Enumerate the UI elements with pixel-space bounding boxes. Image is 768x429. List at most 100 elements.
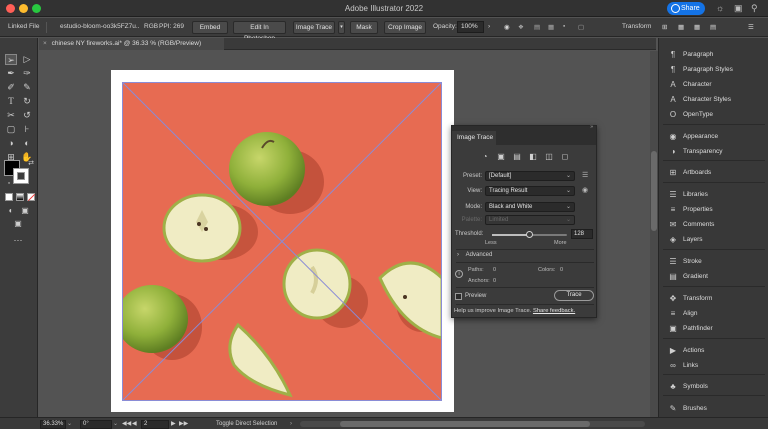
scrollbar-thumb[interactable] [651,151,657,231]
panel-gradient[interactable]: ▤ Gradient [659,270,768,284]
embed-button[interactable]: Embed [192,21,228,34]
panel-comments[interactable]: ✉ Comments [659,218,768,232]
close-tab-icon[interactable]: × [43,40,47,47]
panel-artboards[interactable]: ⊞ Artboards [659,166,768,180]
outline-icon[interactable]: ◻ [560,152,570,161]
grid-icon[interactable]: ▦ [694,23,700,31]
artboard[interactable] [111,70,454,412]
edit-toolbar-icon[interactable]: ⋯ [12,235,24,246]
type-tool-icon[interactable]: T [5,96,17,107]
linked-file-link[interactable]: Linked File [8,23,39,30]
trace-button[interactable]: Trace [554,290,594,301]
panel-brushes[interactable]: ✎ Brushes [659,402,768,416]
panel-character[interactable]: A Character [659,78,768,92]
image-trace-options-chevron[interactable]: ▾ [338,21,345,34]
advanced-toggle[interactable]: › Advanced [457,252,492,258]
image-trace-button[interactable]: Image Trace [293,21,335,34]
canvas-scrollbar[interactable] [650,51,658,417]
draw-inside-icon[interactable]: ▣ [19,205,31,216]
workspace-icon[interactable]: ▣ [734,3,743,13]
panel-align[interactable]: ≡ Align [659,307,768,321]
chevron-down-icon[interactable]: ⌄ [67,420,72,428]
rotate-tool-icon[interactable]: ↻ [21,96,33,107]
zoom-input[interactable]: 36.33% [40,420,66,429]
search-icon[interactable]: ⚲ [751,3,758,13]
panel-pathfinder[interactable]: ▣ Pathfinder [659,322,768,336]
document-tab[interactable]: × chinese NY fireworks.ai* @ 36.33 % (RG… [39,38,224,50]
preset-menu-icon[interactable]: ☰ [582,171,588,179]
blend-tool-icon[interactable]: ◐ [21,138,33,149]
swap-fill-stroke-icon[interactable]: ⇄ [25,158,37,169]
opacity-chevron-icon[interactable]: › [488,23,490,30]
curvature-tool-icon[interactable]: ✑ [21,68,33,79]
panel-actions[interactable]: ▶ Actions [659,344,768,358]
threshold-slider[interactable] [492,231,567,238]
mode-select[interactable]: Black and White ⌄ [485,202,575,212]
recolor-icon[interactable]: ❖ [518,23,524,31]
share-button[interactable]: Share [667,2,705,15]
learn-icon[interactable]: ☼ [716,3,724,13]
isolate-icon[interactable]: ▦ [678,23,684,31]
panel-symbols[interactable]: ♣ Symbols [659,380,768,394]
eyedropper-tool-icon[interactable]: ⊦ [21,124,33,135]
panel-transform[interactable]: ✥ Transform [659,292,768,306]
low-color-icon[interactable]: ▤ [512,152,522,161]
share-feedback-link[interactable]: Share feedback. [533,308,575,314]
color-mode-button[interactable] [5,193,13,201]
transform-link[interactable]: Transform [622,23,651,30]
eye-icon[interactable]: ◉ [582,186,588,194]
edit-in-photoshop-button[interactable]: Edit In Photoshop [233,21,286,42]
opacity-options-icon[interactable]: ◉ [504,23,510,31]
gradient-mode-button[interactable] [16,193,24,201]
scissors-tool-icon[interactable]: ✂ [5,110,17,121]
draw-mode-icon[interactable]: ◐ [5,205,17,216]
panel-properties[interactable]: ≡ Properties [659,203,768,217]
threshold-slider-thumb[interactable] [525,231,533,238]
scrollbar-thumb[interactable] [340,421,590,427]
pencil-tool-icon[interactable]: ✎ [21,82,33,93]
rotation-input[interactable]: 0° [80,420,112,429]
opacity-input[interactable]: 100% [457,21,484,33]
preset-select[interactable]: [Default] ⌄ [485,171,575,181]
panel-links[interactable]: ∞ Links [659,359,768,373]
none-mode-button[interactable] [27,193,36,202]
stroke-swatch[interactable] [13,168,29,184]
brush-tool-icon[interactable]: ✐ [5,82,17,93]
crop-image-button[interactable]: Crop Image [384,21,426,34]
high-color-icon[interactable]: ▣ [496,152,506,161]
horizontal-scrollbar[interactable] [300,421,645,427]
align-options-icon[interactable]: ▦ [548,23,554,31]
grayscale-icon[interactable]: ◧ [528,152,538,161]
image-trace-tab[interactable]: Image Trace [452,131,496,145]
status-menu-icon[interactable]: › [290,420,292,428]
view-select[interactable]: Tracing Result ⌄ [485,186,575,196]
mask-button[interactable]: Mask [350,21,378,34]
direct-selection-tool-icon[interactable]: ▷ [21,54,33,65]
panel-character-styles[interactable]: A Character Styles [659,93,768,107]
panel-libraries[interactable]: ☰ Libraries [659,188,768,202]
panel-menu-icon[interactable]: ☰ [748,23,754,31]
panel-transparency[interactable]: ◑ Transparency [659,145,768,159]
chevron-down-icon[interactable]: ⌄ [113,420,118,428]
shape-builder-tool-icon[interactable]: ◑ [5,138,17,149]
pen-tool-icon[interactable]: ✒ [5,68,17,79]
black-and-white-icon[interactable]: ◫ [544,152,554,161]
selection-tool-icon[interactable]: ➢ [5,54,17,65]
next-artboard-icon[interactable]: ▶ [171,420,176,428]
previous-artboard-icon[interactable]: ◀ [132,420,137,428]
linked-filename[interactable]: estudio-bloom-oo3k5FZ7u... [60,23,140,30]
threshold-input[interactable]: 128 [571,229,593,239]
align-icon[interactable]: ▤ [534,23,540,31]
auto-color-icon[interactable]: ◔ [480,152,490,161]
arrange-icon[interactable]: ⊞ [662,23,667,31]
reshape-tool-icon[interactable]: ↺ [21,110,33,121]
panel-stroke[interactable]: ☰ Stroke [659,255,768,269]
graph-icon[interactable]: ▤ [710,23,716,31]
rectangle-tool-icon[interactable]: ▢ [5,124,17,135]
last-artboard-icon[interactable]: ▶▶ [179,420,188,428]
shape-icon[interactable]: ▢ [578,23,584,31]
preview-checkbox[interactable] [455,293,462,300]
collapse-panel-icon[interactable]: » [590,124,593,130]
first-artboard-icon[interactable]: ◀◀ [122,420,131,428]
screen-mode-icon[interactable]: ▣ [12,218,24,229]
